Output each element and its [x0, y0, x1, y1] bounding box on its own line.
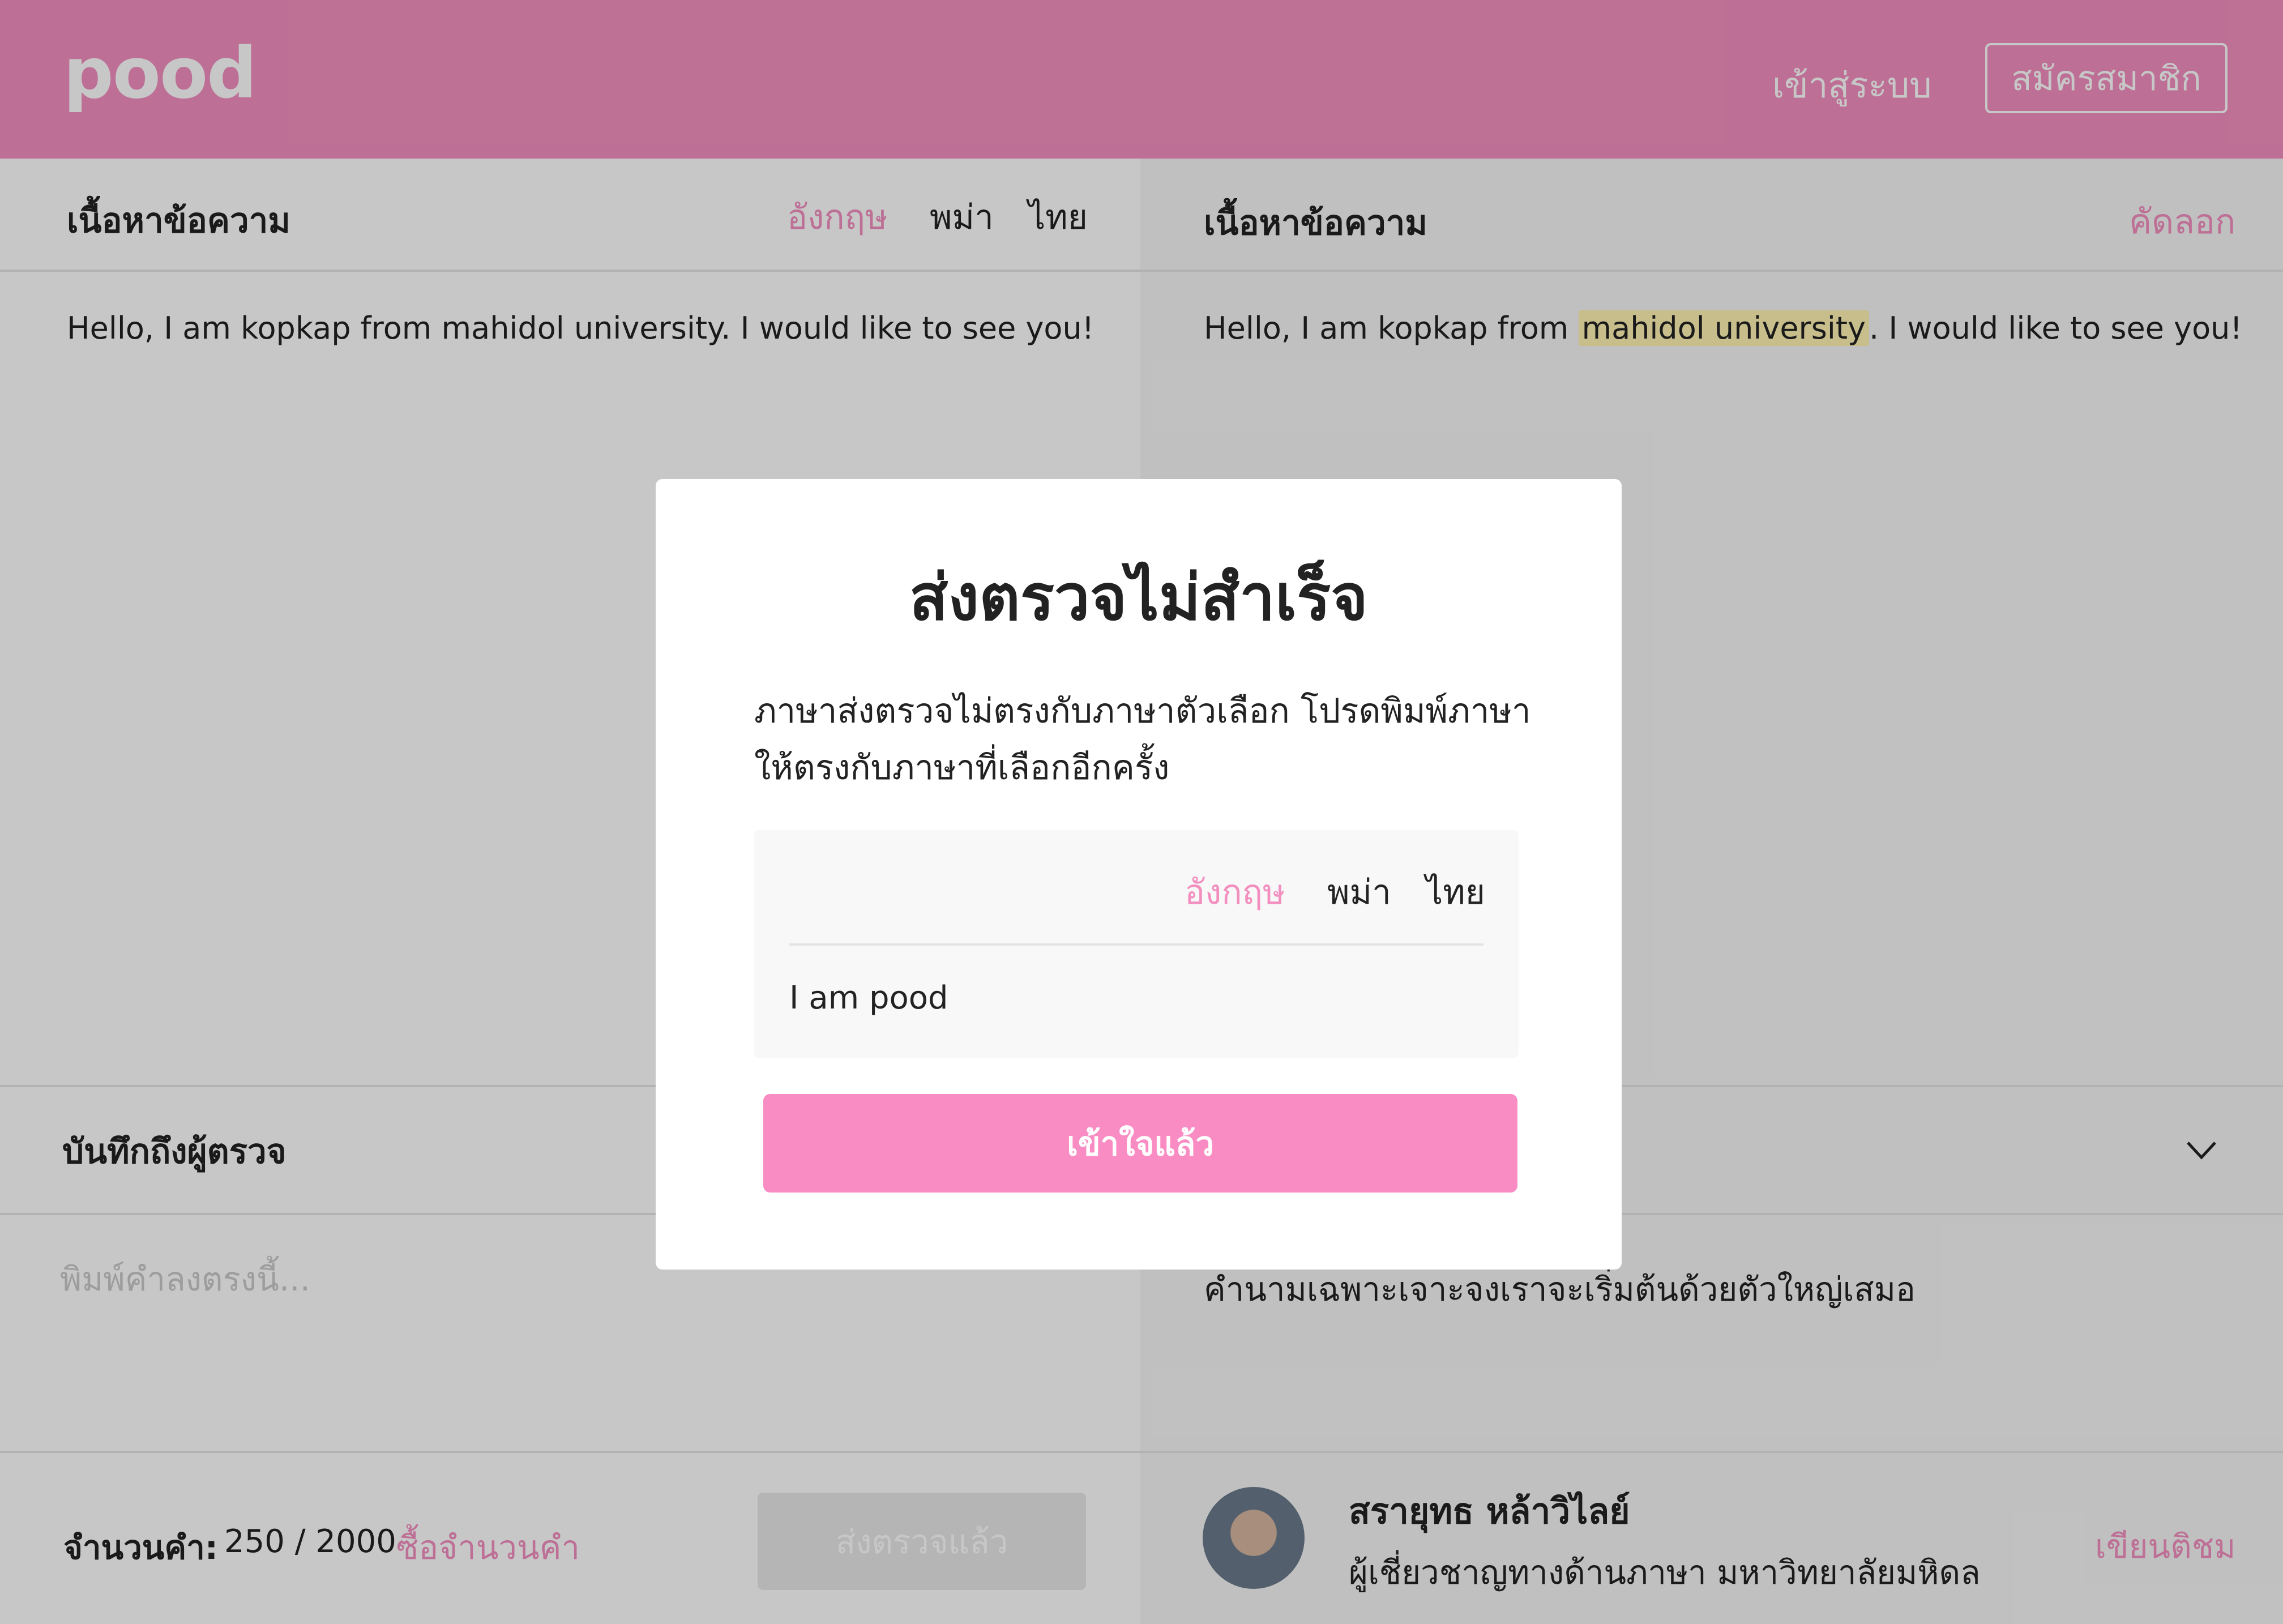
dialog-tab-burmese[interactable]: พม่า — [1327, 865, 1391, 919]
confirm-button[interactable]: เข้าใจแล้ว — [763, 1094, 1517, 1193]
dialog-description: ภาษาส่งตรวจไม่ตรงกับภาษาตัวเลือก โปรดพิม… — [754, 691, 1531, 788]
dialog-title: ส่งตรวจไม่สำเร็จ — [909, 561, 1368, 635]
language-selector-box: อังกฤษ พม่า ไทย I am pood — [754, 830, 1519, 1058]
error-dialog: ส่งตรวจไม่สำเร็จ ภาษาส่งตรวจไม่ตรงกับภาษ… — [656, 479, 1622, 1270]
dialog-text-input[interactable]: I am pood — [789, 980, 948, 1016]
divider — [789, 943, 1483, 946]
dialog-tab-thai[interactable]: ไทย — [1426, 865, 1485, 919]
dialog-tab-english[interactable]: อังกฤษ — [1185, 865, 1285, 919]
